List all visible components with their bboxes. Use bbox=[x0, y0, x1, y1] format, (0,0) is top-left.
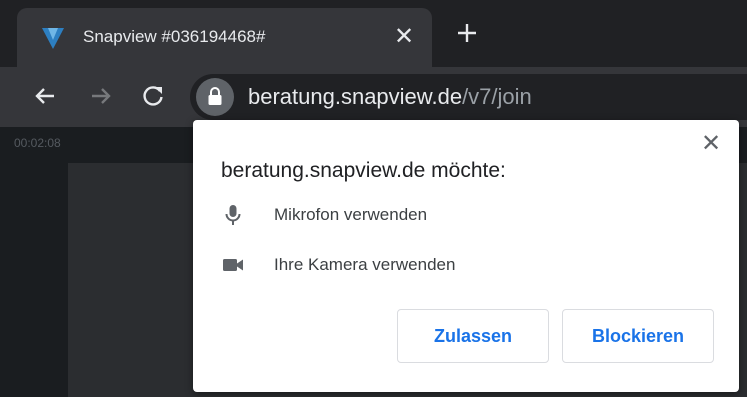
tab-strip: Snapview #036194468# ✕ bbox=[0, 0, 747, 67]
permission-camera: Ihre Kamera verwenden bbox=[221, 252, 661, 278]
browser-tab[interactable]: Snapview #036194468# ✕ bbox=[17, 8, 432, 67]
block-button[interactable]: Blockieren bbox=[562, 309, 714, 363]
tab-close-icon[interactable]: ✕ bbox=[391, 24, 417, 50]
reload-icon[interactable] bbox=[138, 81, 168, 111]
permission-microphone: Mikrofon verwenden bbox=[221, 202, 661, 228]
permission-dialog: ✕ beratung.snapview.de möchte: Mikrofon … bbox=[193, 120, 739, 392]
tab-title: Snapview #036194468# bbox=[83, 27, 266, 46]
call-timer: 00:02:08 bbox=[14, 136, 61, 150]
back-arrow-icon[interactable] bbox=[30, 81, 60, 111]
url-path: /v7/join bbox=[462, 84, 532, 109]
new-tab-icon[interactable] bbox=[452, 18, 482, 48]
url-text[interactable]: beratung.snapview.de/v7/join bbox=[248, 83, 532, 111]
dialog-close-icon[interactable]: ✕ bbox=[699, 132, 723, 156]
address-bar[interactable]: beratung.snapview.de/v7/join bbox=[190, 74, 747, 120]
browser-window: Snapview #036194468# ✕ beratung.snapview… bbox=[0, 0, 747, 397]
site-info-button[interactable] bbox=[196, 78, 234, 116]
dialog-title: beratung.snapview.de möchte: bbox=[221, 159, 506, 182]
allow-button[interactable]: Zulassen bbox=[397, 309, 549, 363]
microphone-icon bbox=[225, 205, 241, 225]
forward-arrow-icon[interactable] bbox=[86, 81, 116, 111]
snapview-logo-icon bbox=[42, 28, 64, 49]
permission-label: Mikrofon verwenden bbox=[274, 205, 428, 224]
lock-icon bbox=[208, 87, 222, 105]
permission-label: Ihre Kamera verwenden bbox=[274, 255, 456, 274]
browser-toolbar: beratung.snapview.de/v7/join bbox=[0, 67, 747, 127]
camera-icon bbox=[223, 259, 243, 271]
url-host: beratung.snapview.de bbox=[248, 84, 463, 109]
